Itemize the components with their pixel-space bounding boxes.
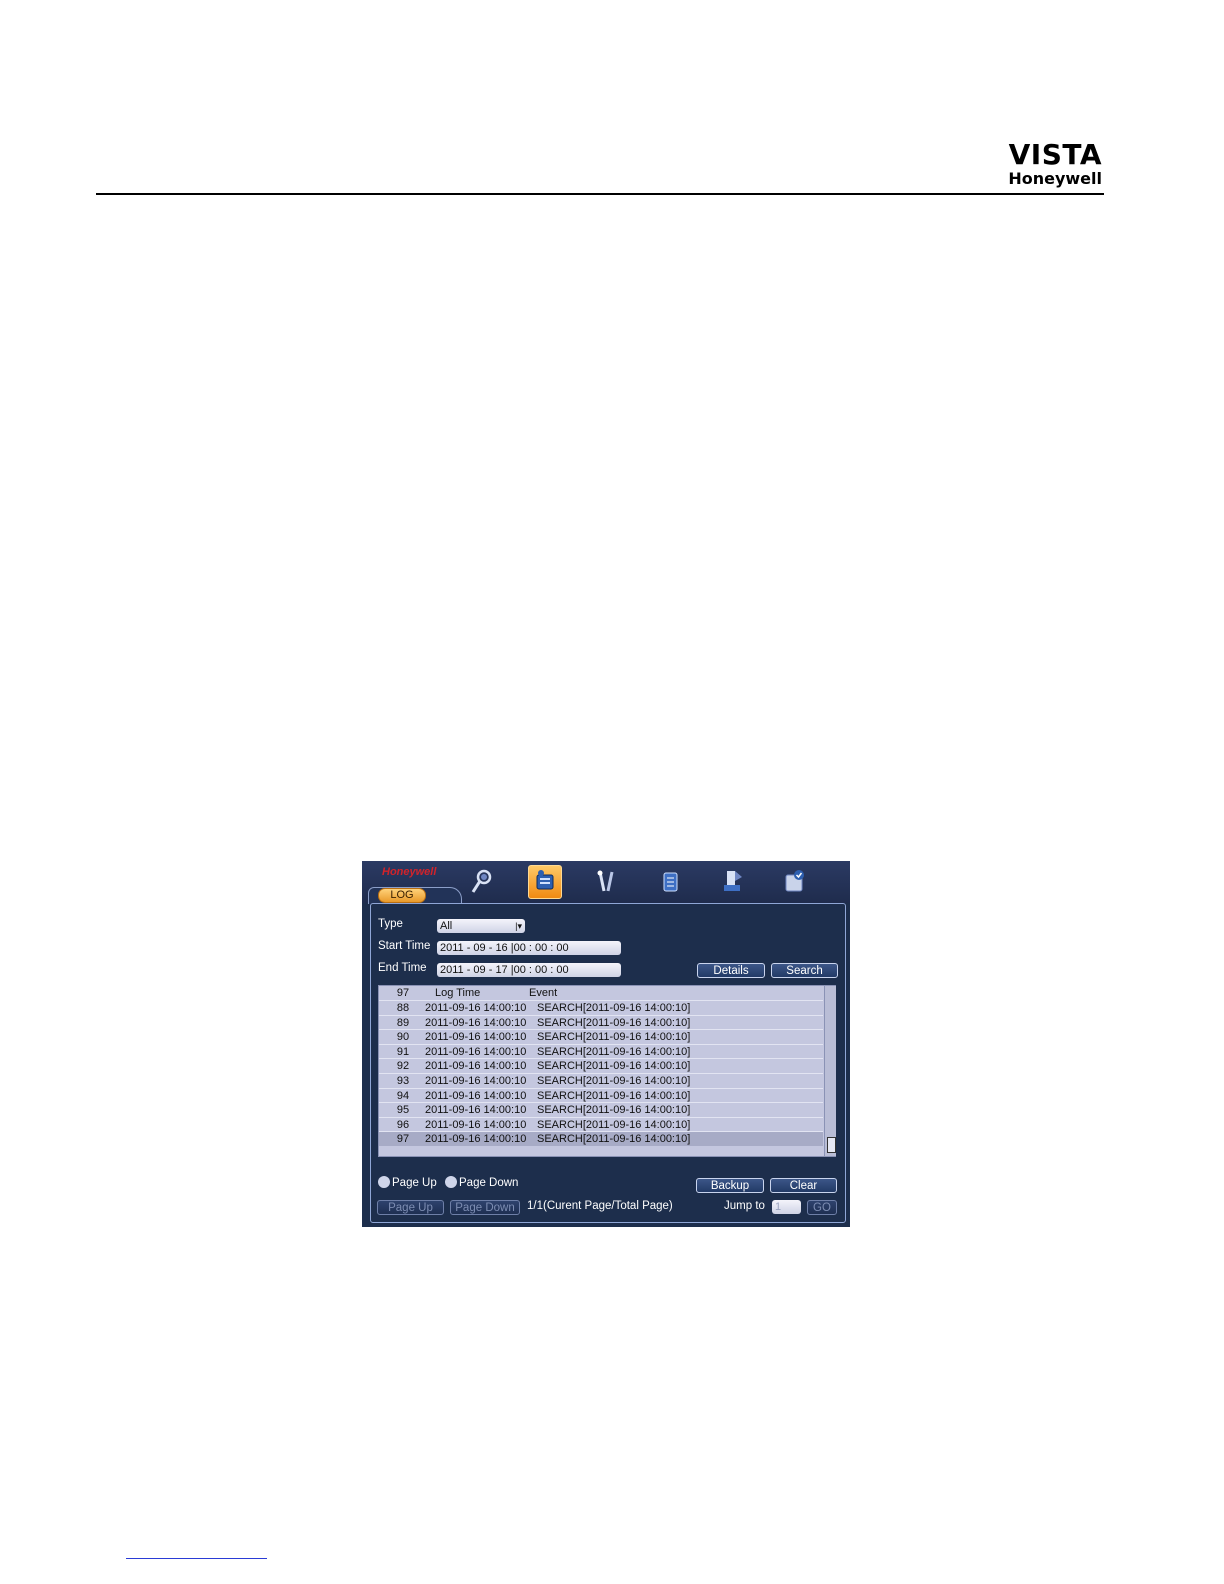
row-log-time: 2011-09-16 14:00:10 (425, 1002, 527, 1014)
maintenance-icon[interactable] (716, 865, 748, 897)
table-row[interactable]: 96 2011-09-16 14:00:10 SEARCH[2011-09-16 1… (379, 1116, 823, 1132)
table-row[interactable]: 92 2011-09-16 14:00:10 SEARCH[2011-09-16 1… (379, 1058, 823, 1073)
scrollbar-thumb[interactable] (827, 1137, 836, 1153)
row-event: SEARCH[2011-09-16 14:00:10] (537, 1002, 691, 1014)
table-row[interactable]: 93 2011-09-16 14:00:10 SEARCH[2011-09-16 1… (379, 1073, 823, 1088)
row-event: SEARCH[2011-09-16 14:00:10] (537, 1133, 691, 1146)
row-log-time: 2011-09-16 14:00:10 (425, 1060, 527, 1073)
row-number: 96 (396, 1118, 410, 1131)
row-event: SEARCH[2011-09-16 14:00:10] (537, 1075, 691, 1087)
footer-link-rule (126, 1558, 267, 1559)
page-down-hint-label: Page Down (459, 1177, 519, 1190)
page-down-button[interactable]: Page Down (450, 1200, 520, 1215)
document-brand: VISTA Honeywell (1008, 140, 1102, 188)
header-rule (96, 193, 1104, 195)
header-count: 97 (396, 987, 410, 999)
end-time-field[interactable]: 2011 - 09 - 17 |00 : 00 : 00 (437, 963, 621, 977)
row-log-time: 2011-09-16 14:00:10 (425, 1075, 527, 1087)
row-event: SEARCH[2011-09-16 14:00:10] (537, 1031, 691, 1044)
search-icon[interactable] (466, 865, 498, 897)
row-number: 94 (396, 1089, 410, 1102)
row-event: SEARCH[2011-09-16 14:00:10] (537, 1104, 691, 1117)
row-log-time: 2011-09-16 14:00:10 (425, 1089, 527, 1102)
log-table: 97 Log Time Event 88 2011-09-16 14:00:10 S… (378, 985, 836, 1157)
row-log-time: 2011-09-16 14:00:10 (425, 1031, 527, 1044)
chevron-down-icon: |▾ (515, 921, 522, 931)
page-status: 1/1(Curent Page/Total Page) (527, 1200, 673, 1212)
type-select[interactable]: All |▾ (437, 919, 525, 933)
tools-icon[interactable] (590, 865, 622, 897)
row-number: 88 (396, 1002, 410, 1014)
row-log-time: 2011-09-16 14:00:10 (425, 1118, 527, 1131)
row-log-time: 2011-09-16 14:00:10 (425, 1104, 527, 1117)
type-select-value: All (440, 920, 453, 932)
end-time-label: End Time (378, 962, 427, 974)
tab-log-label: LOG (378, 888, 426, 903)
row-number: 90 (396, 1031, 410, 1044)
table-row[interactable]: 97 2011-09-16 14:00:10 SEARCH[2011-09-16 1… (379, 1131, 823, 1146)
table-row[interactable]: 88 2011-09-16 14:00:10 SEARCH[2011-09-16 1… (379, 1000, 823, 1015)
start-time-field[interactable]: 2011 - 09 - 16 |00 : 00 : 00 (437, 941, 621, 955)
start-time-label: Start Time (378, 940, 431, 952)
table-row[interactable]: 89 2011-09-16 14:00:10 SEARCH[2011-09-16 1… (379, 1014, 823, 1030)
row-log-time: 2011-09-16 14:00:10 (425, 1133, 527, 1146)
dvr-logo: Honeywell (382, 866, 437, 878)
row-number: 89 (396, 1016, 410, 1029)
details-button[interactable]: Details (697, 963, 765, 978)
row-number: 93 (396, 1075, 410, 1087)
header-log-time: Log Time (435, 987, 481, 999)
row-log-time: 2011-09-16 14:00:10 (425, 1045, 527, 1058)
page-down-icon (445, 1176, 457, 1188)
shutdown-icon[interactable] (778, 865, 810, 897)
search-button[interactable]: Search (771, 963, 838, 978)
row-number: 95 (396, 1104, 410, 1117)
row-event: SEARCH[2011-09-16 14:00:10] (537, 1118, 691, 1131)
page-down-hint: Page Down (445, 1176, 519, 1190)
type-label: Type (378, 918, 403, 930)
page-up-hint: Page Up (378, 1176, 437, 1190)
log-table-scrollbar[interactable] (824, 986, 836, 1156)
table-row[interactable]: 90 2011-09-16 14:00:10 SEARCH[2011-09-16 1… (379, 1029, 823, 1044)
jump-to-label: Jump to (724, 1200, 765, 1212)
row-event: SEARCH[2011-09-16 14:00:10] (537, 1060, 691, 1073)
dvr-top-bar: Honeywell LOG (362, 861, 850, 904)
row-event: SEARCH[2011-09-16 14:00:10] (537, 1016, 691, 1029)
clear-button[interactable]: Clear (770, 1178, 837, 1193)
row-number: 92 (396, 1060, 410, 1073)
tab-log[interactable]: LOG (368, 885, 462, 904)
table-row[interactable]: 94 2011-09-16 14:00:10 SEARCH[2011-09-16 1… (379, 1087, 823, 1103)
brand-subtitle: Honeywell (1008, 169, 1102, 188)
backup-button[interactable]: Backup (696, 1178, 764, 1193)
dvr-log-window: Honeywell LOG Type All |▾ Start Time 201… (362, 861, 850, 1227)
page-up-icon (378, 1176, 390, 1188)
go-button[interactable]: GO (807, 1200, 837, 1215)
log-table-header: 97 Log Time Event (379, 986, 823, 1000)
table-row[interactable]: 91 2011-09-16 14:00:10 SEARCH[2011-09-16 1… (379, 1043, 823, 1059)
jump-page-input[interactable]: 1 (772, 1200, 801, 1214)
brand-title: VISTA (1008, 138, 1102, 171)
row-event: SEARCH[2011-09-16 14:00:10] (537, 1089, 691, 1102)
row-event: SEARCH[2011-09-16 14:00:10] (537, 1045, 691, 1058)
header-event: Event (529, 987, 558, 999)
page-up-hint-label: Page Up (392, 1177, 437, 1190)
row-number: 97 (396, 1133, 410, 1146)
backup-icon[interactable] (654, 865, 686, 897)
row-log-time: 2011-09-16 14:00:10 (425, 1016, 527, 1029)
table-row[interactable]: 95 2011-09-16 14:00:10 SEARCH[2011-09-16 1… (379, 1102, 823, 1117)
page-up-button[interactable]: Page Up (377, 1200, 444, 1215)
info-icon[interactable] (528, 865, 562, 899)
row-number: 91 (396, 1045, 410, 1058)
